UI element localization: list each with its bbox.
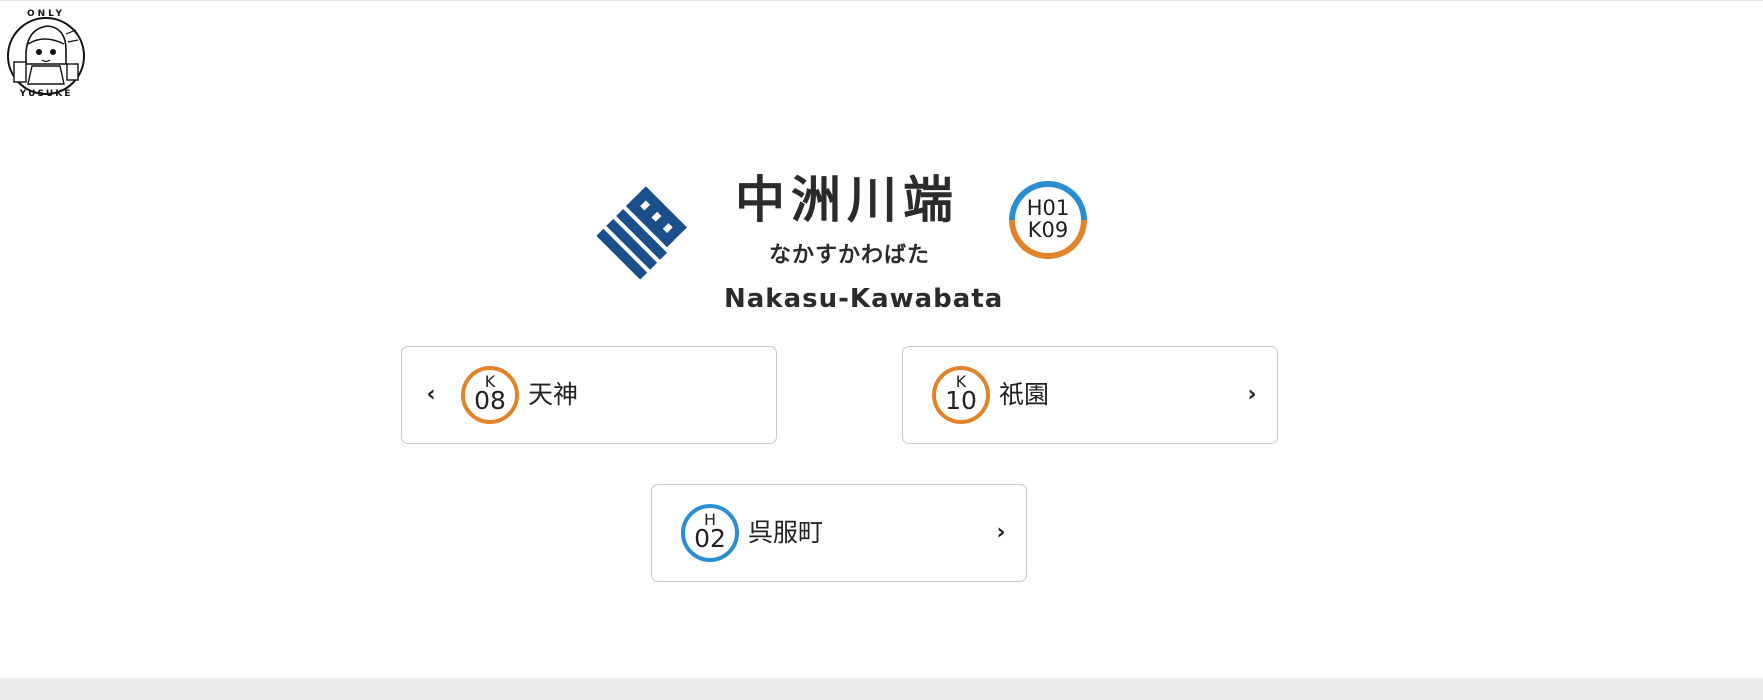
top-divider [0, 0, 1763, 1]
station-name: 天神 [528, 380, 579, 409]
station-name: 祇園 [999, 380, 1050, 409]
station-number: 08 [474, 386, 506, 415]
station-code-badge: H01 K09 [1008, 180, 1088, 260]
bottom-bar [0, 678, 1763, 700]
station-name: 呉服町 [748, 518, 824, 547]
station-header: 中洲川端 なかすかわばた Nakasu-Kawabata H01 K09 [0, 160, 1763, 320]
previous-station-button[interactable]: ‹ K 08 天神 [401, 346, 777, 444]
watermark-logo: ONLY YUSUKE [4, 4, 88, 99]
station-number-ring: K 08 [461, 366, 519, 424]
station-name-romaji: Nakasu-Kawabata [724, 284, 1004, 314]
station-name-kana: なかすかわばた [769, 243, 931, 268]
station-code-hakozaki: H01 [1026, 196, 1070, 220]
chevron-right-icon: › [996, 520, 1006, 545]
chevron-left-icon: ‹ [426, 382, 436, 407]
transfer-station-button[interactable]: H 02 呉服町 › [651, 484, 1027, 582]
next-station-button[interactable]: K 10 祇園 › [902, 346, 1278, 444]
station-name-kanji: 中洲川端 [735, 171, 959, 229]
svg-text:YUSUKE: YUSUKE [19, 89, 73, 98]
station-number: 02 [694, 524, 726, 553]
station-number: 10 [945, 386, 977, 415]
station-code-kuko: K09 [1027, 218, 1069, 242]
station-number-ring: K 10 [932, 366, 990, 424]
subway-logo-icon [596, 186, 687, 280]
svg-text:ONLY: ONLY [27, 9, 65, 19]
station-number-ring: H 02 [681, 504, 739, 562]
chevron-right-icon: › [1247, 382, 1257, 407]
